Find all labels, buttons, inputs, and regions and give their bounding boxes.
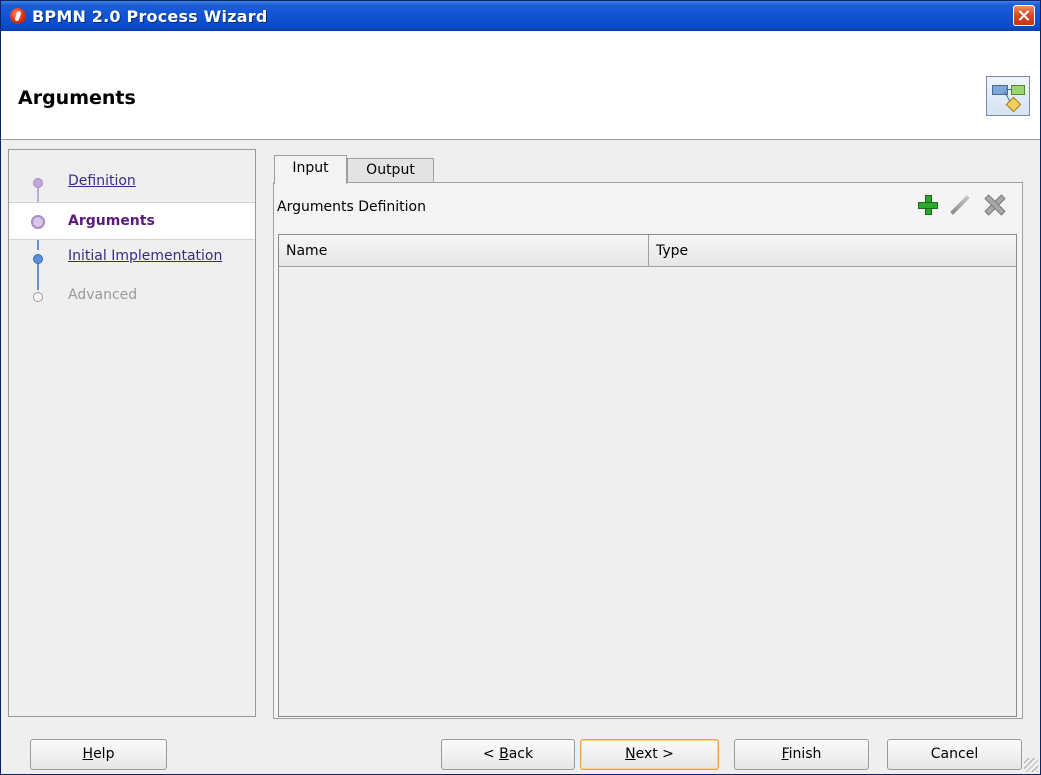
arguments-table[interactable]: Name Type [278,234,1017,717]
button-mnemonic: H [82,746,94,762]
wizard-steps-nav: Definition Arguments Initial Implementat… [8,149,256,717]
step-current-dot-icon [31,215,45,229]
section-label: Arguments Definition [277,199,426,215]
finish-button[interactable]: Finish [734,739,869,770]
nav-step-label[interactable]: Initial Implementation [68,248,222,264]
button-label: Cancel [930,746,979,762]
nav-step-advanced: Advanced [9,278,255,316]
oracle-app-icon [10,8,26,24]
nav-step-label: Arguments [68,213,155,229]
button-label-prefix: < [482,746,500,762]
wizard-window: BPMN 2.0 Process Wizard Arguments Defini… [0,0,1041,775]
button-mnemonic: F [781,746,789,762]
tab-output[interactable]: Output [347,158,434,183]
page-title: Arguments [18,87,136,109]
nav-step-label: Advanced [68,287,138,303]
column-header-name[interactable]: Name [279,235,649,267]
process-diagram-icon [986,76,1030,116]
button-mnemonic: B [499,746,509,762]
button-label: ext > [635,746,674,762]
back-button[interactable]: < Back [441,739,575,770]
tab-label: Input [292,160,329,176]
button-label: inish [788,746,822,762]
nav-step-initial-implementation[interactable]: Initial Implementation [9,240,255,278]
button-label: elp [93,746,115,762]
tab-label: Output [366,162,415,178]
nav-step-definition[interactable]: Definition [9,164,255,202]
edit-icon[interactable] [948,193,972,217]
button-label: ack [508,746,534,762]
nav-step-label[interactable]: Definition [68,173,136,189]
cancel-button[interactable]: Cancel [887,739,1022,770]
title-bar[interactable]: BPMN 2.0 Process Wizard [1,1,1040,31]
column-header-type[interactable]: Type [649,235,1016,267]
step-dot-icon [33,178,43,188]
close-button[interactable] [1013,5,1035,26]
tab-input[interactable]: Input [274,155,347,184]
button-mnemonic: N [625,746,636,762]
resize-grip[interactable] [1024,758,1038,772]
add-icon[interactable] [916,193,940,217]
step-dot-icon [33,292,43,302]
step-dot-icon [33,254,43,264]
nav-step-arguments[interactable]: Arguments [9,202,255,240]
wizard-header: Arguments [1,31,1040,140]
delete-icon[interactable] [983,193,1007,217]
window-title: BPMN 2.0 Process Wizard [32,7,268,26]
help-button[interactable]: Help [30,739,167,770]
next-button[interactable]: Next > [580,739,719,770]
